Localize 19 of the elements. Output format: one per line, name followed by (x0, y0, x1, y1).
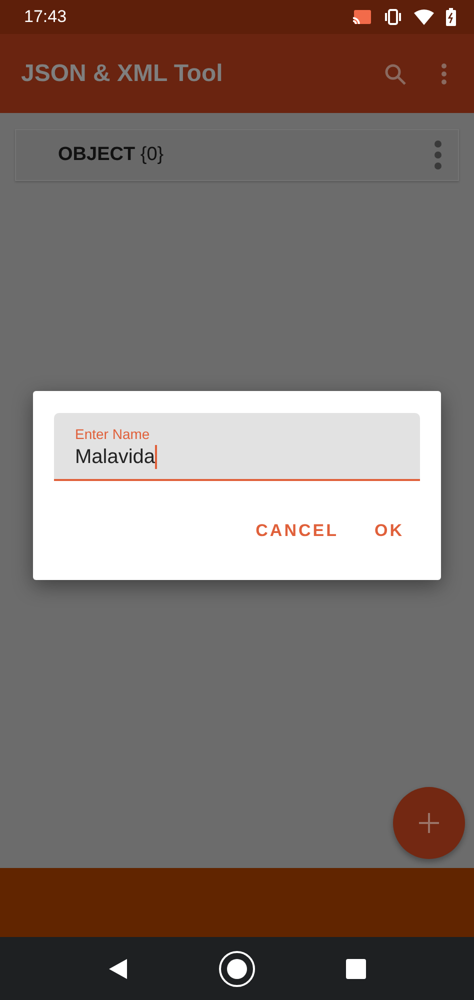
search-icon[interactable] (383, 62, 407, 86)
recents-icon[interactable] (346, 958, 366, 978)
back-icon[interactable] (108, 958, 128, 980)
battery-icon (446, 8, 456, 26)
add-button[interactable] (393, 787, 465, 859)
cancel-button[interactable]: CANCEL (248, 517, 346, 545)
home-icon[interactable] (218, 950, 256, 988)
app-title: JSON & XML Tool (21, 60, 224, 88)
ok-button[interactable]: OK (366, 517, 412, 545)
name-field[interactable]: Enter Name Malavida (54, 413, 420, 481)
cast-icon (352, 9, 372, 25)
plus-icon (419, 813, 439, 833)
node-label: OBJECT {0} (58, 144, 164, 166)
more-options-icon[interactable] (441, 62, 447, 84)
status-time: 17:43 (24, 7, 67, 27)
more-options-icon[interactable] (434, 140, 442, 170)
vibrate-icon (384, 9, 402, 25)
wifi-icon (414, 9, 434, 25)
tree-item[interactable]: OBJECT {0} (15, 129, 459, 181)
